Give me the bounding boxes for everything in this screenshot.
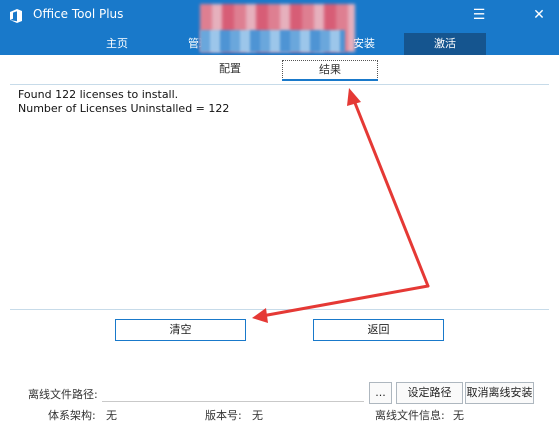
subtab-result[interactable]: 结果: [282, 60, 378, 80]
arch-label: 体系架构:: [48, 409, 96, 422]
sub-tabs: 配置 结果: [0, 58, 559, 82]
subtab-active-indicator: [282, 79, 378, 81]
back-button[interactable]: 返回: [313, 319, 444, 341]
divider-top: [10, 84, 549, 85]
divider-bottom: [10, 309, 549, 310]
set-path-button[interactable]: 设定路径: [396, 382, 463, 404]
menu-icon[interactable]: ☰: [467, 5, 491, 25]
subtab-config[interactable]: 配置: [200, 60, 260, 78]
offline-info-label: 离线文件信息:: [375, 409, 445, 422]
redacted-region-tabs: [200, 30, 345, 52]
offline-path-input[interactable]: [102, 383, 364, 402]
annotation-arrow-up: [351, 96, 430, 288]
annotation-arrowhead-left: [252, 308, 268, 323]
annotation-arrow-left: [260, 284, 430, 318]
browse-button[interactable]: ...: [369, 382, 392, 404]
clear-button[interactable]: 清空: [115, 319, 246, 341]
version-value: 无: [252, 409, 263, 422]
tab-home[interactable]: 主页: [78, 33, 156, 55]
arch-value: 无: [106, 409, 117, 422]
tab-activate[interactable]: 激活: [404, 33, 486, 55]
annotation-arrowhead-up: [347, 88, 361, 106]
close-icon[interactable]: ✕: [527, 5, 551, 25]
title-bar: Office Tool Plus ☰ ✕ 主页 管理 安装 激活: [0, 0, 559, 55]
version-label: 版本号:: [205, 409, 242, 422]
offline-path-label: 离线文件路径:: [28, 388, 98, 401]
window-title: Office Tool Plus: [33, 7, 124, 21]
cancel-offline-button[interactable]: 取消离线安装: [465, 382, 534, 404]
app-logo-icon: [10, 9, 22, 23]
offline-info-value: 无: [453, 409, 464, 422]
result-output: Found 122 licenses to install. Number of…: [18, 88, 230, 115]
